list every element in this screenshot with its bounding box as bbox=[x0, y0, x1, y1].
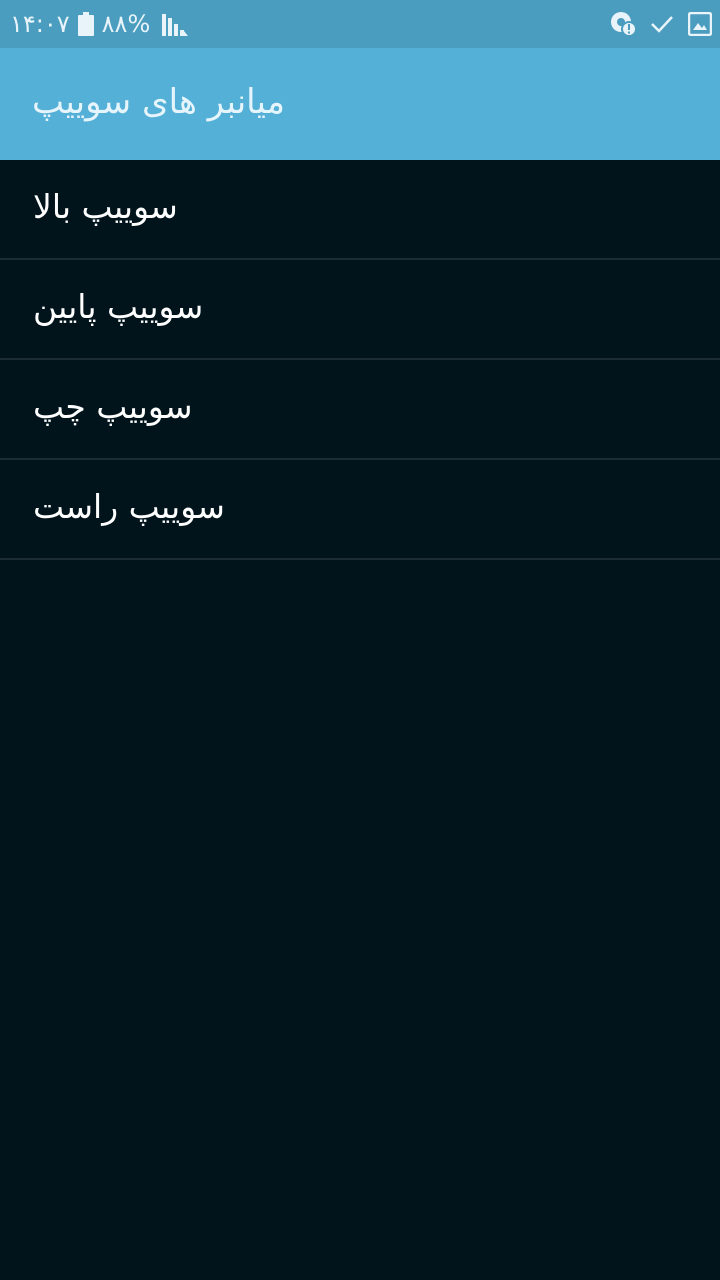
status-left: ۱۴:۰۷ ۸۸% bbox=[10, 10, 189, 38]
battery-icon bbox=[77, 12, 94, 36]
list-item-swipe-up[interactable]: سوییپ بالا bbox=[0, 160, 720, 260]
list-item-swipe-down[interactable]: سوییپ پایین bbox=[0, 260, 720, 360]
list-item-label: سوییپ بالا bbox=[33, 186, 178, 226]
status-right bbox=[610, 11, 712, 37]
list-item-label: سوییپ راست bbox=[33, 486, 225, 526]
list-item-swipe-left[interactable]: سوییپ چپ bbox=[0, 360, 720, 460]
battery-percent: ۸۸% bbox=[101, 10, 151, 38]
list-item-swipe-right[interactable]: سوییپ راست bbox=[0, 460, 720, 560]
swipe-shortcut-list: سوییپ بالا سوییپ پایین سوییپ چپ سوییپ را… bbox=[0, 160, 720, 560]
list-item-label: سوییپ پایین bbox=[33, 286, 204, 326]
page-title: میانبر های سوییپ bbox=[32, 82, 285, 122]
check-icon bbox=[650, 14, 674, 34]
status-bar: ۱۴:۰۷ ۸۸% bbox=[0, 0, 720, 48]
gallery-icon bbox=[688, 12, 712, 36]
list-item-label: سوییپ چپ bbox=[33, 386, 193, 426]
signal-icon bbox=[162, 12, 189, 36]
chrome-alert-icon bbox=[610, 11, 636, 37]
action-bar: میانبر های سوییپ bbox=[0, 48, 720, 160]
status-time: ۱۴:۰۷ bbox=[10, 10, 70, 38]
